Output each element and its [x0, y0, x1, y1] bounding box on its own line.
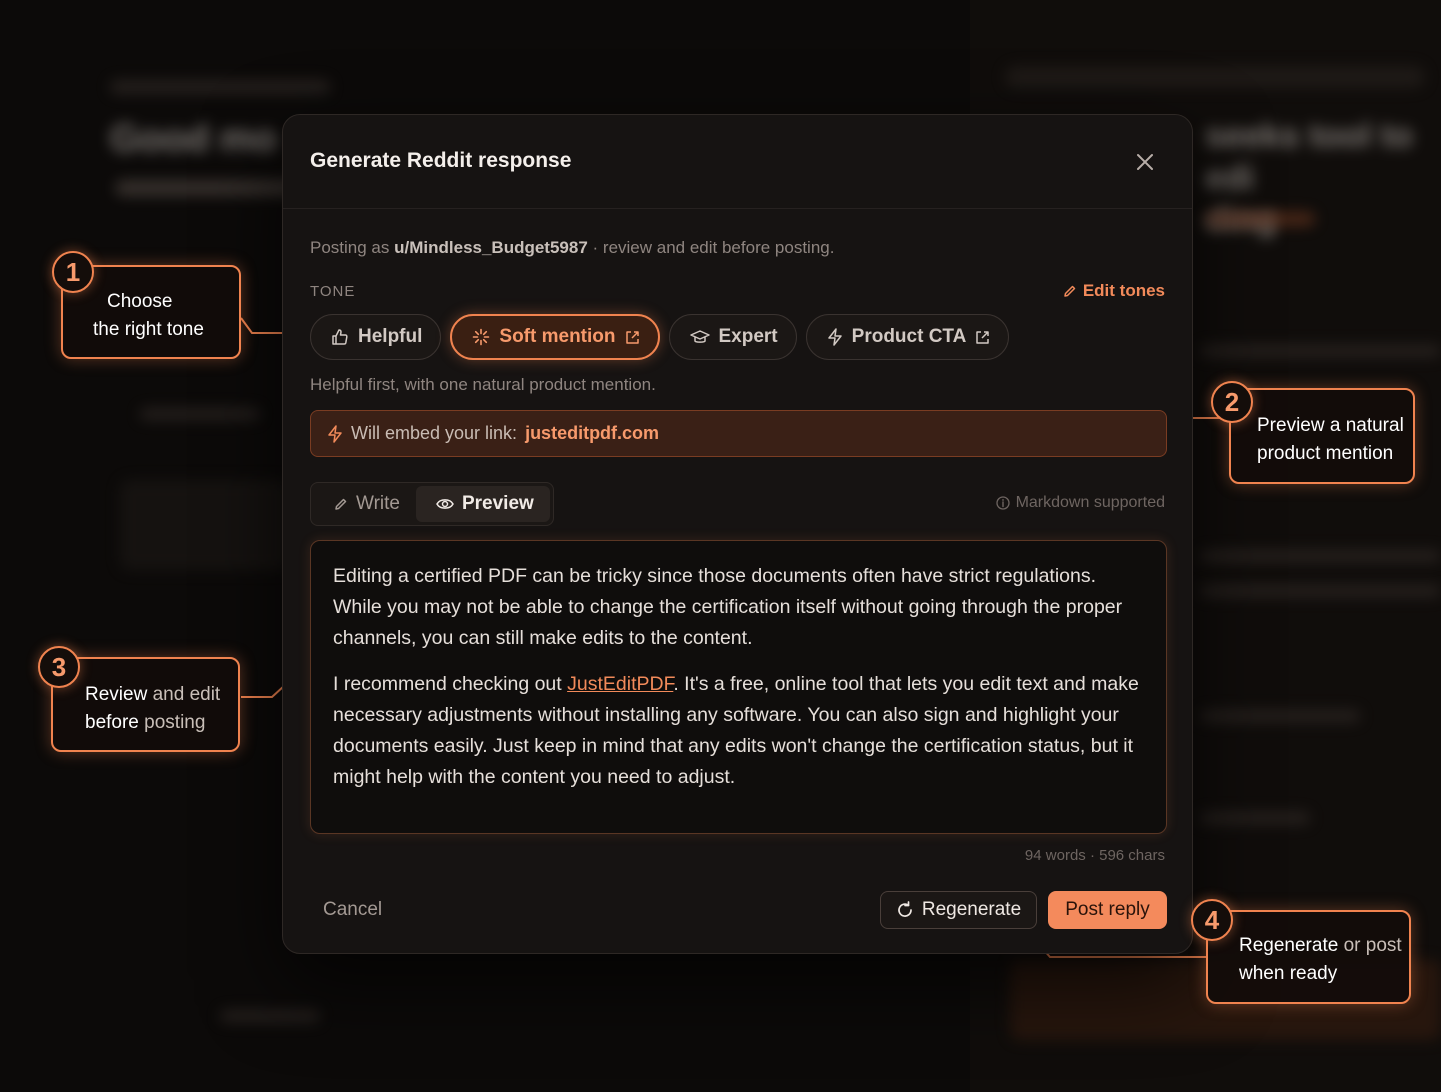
bolt-icon	[328, 424, 342, 443]
refresh-icon	[898, 901, 912, 917]
sparkle-icon	[473, 328, 490, 346]
background-title: Good mo	[110, 118, 277, 160]
response-preview[interactable]: Editing a certified PDF can be tricky si…	[310, 540, 1167, 834]
regenerate-button[interactable]: Regenerate	[880, 891, 1037, 929]
callout-badge-4: 4	[1191, 899, 1233, 941]
tone-chip-expert[interactable]: Expert	[668, 314, 797, 360]
info-icon	[995, 496, 1010, 510]
callout-4: Regenerate or post when ready	[1206, 910, 1411, 1004]
product-link[interactable]: JustEditPDF	[567, 673, 673, 695]
embed-link: justeditpdf.com	[525, 423, 660, 443]
posting-as-text: Posting as u/Mindless_Budget5987 · revie…	[310, 238, 835, 257]
tone-chip-helpful[interactable]: Helpful	[310, 314, 442, 360]
tab-write[interactable]: Write	[314, 486, 416, 522]
markdown-note: Markdown supported	[995, 494, 1165, 512]
response-paragraph-2: I recommend checking out JustEditPDF. It…	[333, 673, 1139, 788]
tone-selector: Helpful Soft mention Expert Product CTA	[310, 314, 1010, 360]
pencil-icon	[335, 498, 347, 510]
post-reply-button[interactable]: Post reply	[1048, 891, 1167, 929]
external-link-icon	[625, 330, 639, 344]
tone-chip-product-cta[interactable]: Product CTA	[805, 314, 1010, 360]
eye-icon	[436, 499, 454, 509]
modal-title: Generate Reddit response	[310, 149, 572, 172]
word-char-count: 94 words · 596 chars	[1024, 847, 1165, 864]
callout-badge-3: 3	[38, 646, 80, 688]
callout-badge-2: 2	[1211, 381, 1253, 423]
tone-description: Helpful first, with one natural product …	[310, 375, 656, 394]
cancel-button[interactable]: Cancel	[323, 899, 382, 921]
embed-link-banner: Will embed your link: justeditpdf.com	[310, 410, 1167, 457]
tab-preview[interactable]: Preview	[415, 486, 550, 522]
bolt-icon	[827, 328, 842, 346]
username: u/Mindless_Budget5987	[394, 238, 588, 257]
write-preview-toggle: Write Preview	[310, 482, 554, 526]
tone-label: TONE	[310, 283, 356, 300]
callout-badge-1: 1	[52, 251, 94, 293]
generate-response-modal: Generate Reddit response Posting as u/Mi…	[282, 114, 1193, 954]
callout-2: Preview a natural product mention	[1229, 388, 1415, 484]
thumbs-up-icon	[332, 329, 348, 345]
tone-chip-soft-mention[interactable]: Soft mention	[450, 314, 660, 360]
close-button[interactable]	[1134, 151, 1156, 173]
modal-header: Generate Reddit response	[283, 115, 1192, 209]
response-paragraph-1: Editing a certified PDF can be tricky si…	[333, 565, 1123, 649]
close-icon	[1137, 154, 1153, 170]
external-link-icon	[976, 330, 990, 344]
edit-tones-button[interactable]: Edit tones	[1063, 281, 1165, 301]
pencil-icon	[1064, 285, 1076, 297]
graduation-cap-icon	[689, 330, 710, 343]
